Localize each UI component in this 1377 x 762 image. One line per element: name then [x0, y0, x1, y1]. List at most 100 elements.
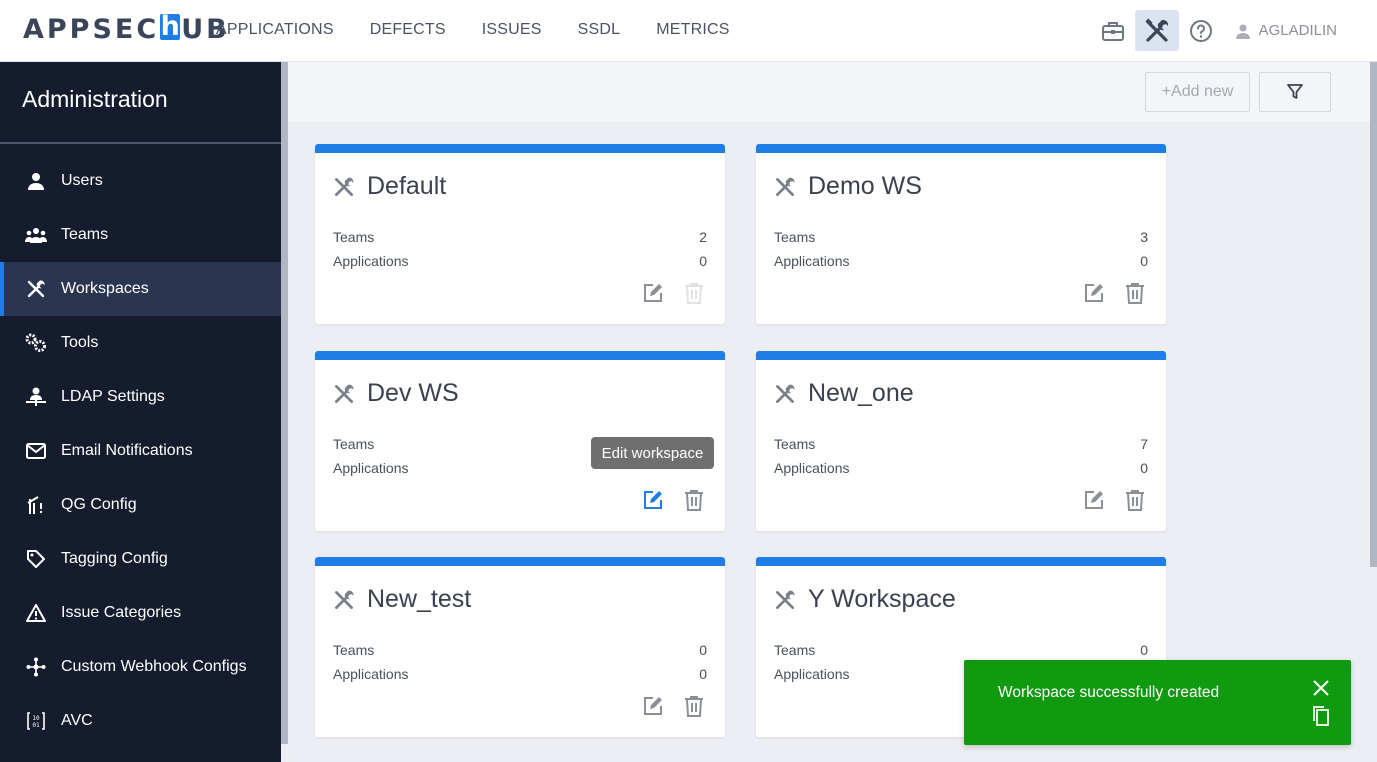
applications-row: Applications 0	[333, 666, 707, 682]
workspace-card: Default Teams 2 Applications 0	[315, 144, 725, 324]
sidebar-item-label: AVC	[61, 712, 93, 729]
nav-metrics[interactable]: METRICS	[656, 21, 729, 39]
edit-icon	[644, 284, 662, 302]
applications-count: 0	[699, 666, 707, 682]
applications-count: 0	[699, 253, 707, 269]
edit-workspace-button[interactable]	[641, 488, 665, 512]
sidebar-item-qg-config[interactable]: QG Config	[0, 478, 281, 532]
appsechub-logo[interactable]: APPSEChUB	[23, 11, 230, 45]
sidebar-item-email-notifications[interactable]: Email Notifications	[0, 424, 281, 478]
edit-icon	[644, 697, 662, 715]
workspace-name: Demo WS	[808, 172, 922, 200]
workspace-card-title: New_test	[333, 585, 471, 614]
workspace-card-title: Demo WS	[774, 172, 922, 201]
sidebar-item-users[interactable]: Users	[0, 154, 281, 208]
add-new-button[interactable]: +Add new	[1145, 72, 1250, 112]
applications-row: Applications 0	[774, 460, 1148, 476]
workspace-card: New_test Teams 0 Applications 0	[315, 557, 725, 737]
nav-issues[interactable]: ISSUES	[482, 21, 542, 39]
delete-workspace-button[interactable]	[682, 281, 706, 305]
teams-count: 0	[1140, 642, 1148, 658]
sidebar-item-tools[interactable]: Tools	[0, 316, 281, 370]
workspace-name: New_one	[808, 379, 914, 407]
main-scrollbar[interactable]	[1370, 62, 1377, 567]
top-bar: APPSEChUB APPLICATIONS DEFECTS ISSUES SS…	[0, 0, 1377, 62]
sidebar-item-label: Teams	[61, 226, 109, 243]
webhook-icon	[25, 656, 47, 678]
workspace-name: Default	[367, 172, 447, 200]
teams-count: 2	[699, 229, 707, 245]
teams-count: 7	[1140, 436, 1148, 452]
applications-label: Applications	[333, 253, 409, 269]
applications-label: Applications	[774, 253, 850, 269]
toast-message: Workspace successfully created	[998, 684, 1220, 701]
edit-workspace-button[interactable]	[1082, 281, 1106, 305]
nav-applications[interactable]: APPLICATIONS	[216, 21, 334, 39]
help-icon[interactable]	[1179, 10, 1223, 51]
tools-icon	[776, 384, 795, 403]
delete-workspace-button[interactable]	[1123, 488, 1147, 512]
tools-icon	[335, 590, 354, 609]
sidebar-item-label: Tagging Config	[61, 550, 168, 567]
sidebar-item-label: Email Notifications	[61, 442, 193, 459]
admin-tools-icon[interactable]	[1134, 10, 1179, 51]
close-icon[interactable]	[1312, 679, 1330, 697]
sidebar-item-label: Tools	[61, 334, 99, 351]
user-menu[interactable]: AGLADILIN	[1235, 22, 1337, 39]
sidebar-item-label: Workspaces	[61, 280, 149, 297]
sidebar-menu: Users Teams Workspaces Tools LDAP Settin…	[0, 144, 281, 748]
user-icon	[25, 170, 47, 192]
teams-label: Teams	[333, 436, 375, 452]
teams-label: Teams	[774, 436, 816, 452]
workspace-card-title: Y Workspace	[774, 585, 956, 614]
trash-icon	[685, 490, 703, 511]
sidebar-item-ldap-settings[interactable]: LDAP Settings	[0, 370, 281, 424]
teams-row: Teams 2	[333, 229, 707, 245]
sidebar-item-label: Issue Categories	[61, 604, 182, 621]
teams-row: Teams 7	[774, 436, 1148, 452]
workspace-toolbar: +Add new	[288, 62, 1370, 122]
copy-icon[interactable]	[1311, 705, 1331, 727]
applications-label: Applications	[774, 666, 850, 682]
ldap-icon	[25, 386, 47, 408]
briefcase-icon[interactable]	[1091, 10, 1135, 51]
edit-workspace-button[interactable]	[1082, 488, 1106, 512]
delete-workspace-button[interactable]	[682, 694, 706, 718]
edit-workspace-tooltip: Edit workspace	[591, 437, 714, 469]
sidebar-title: Administration	[0, 62, 281, 144]
delete-workspace-button[interactable]	[1123, 281, 1147, 305]
workspace-name: Y Workspace	[808, 585, 956, 613]
teams-label: Teams	[333, 642, 375, 658]
teams-label: Teams	[774, 229, 816, 245]
sidebar-item-label: LDAP Settings	[61, 388, 165, 405]
teams-count: 3	[1140, 229, 1148, 245]
envelope-icon	[25, 440, 47, 462]
warning-icon	[25, 602, 47, 624]
sidebar-item-label: Users	[61, 172, 103, 189]
delete-workspace-button[interactable]	[682, 488, 706, 512]
edit-workspace-button[interactable]	[641, 281, 665, 305]
applications-count: 0	[1140, 253, 1148, 269]
sidebar-item-teams[interactable]: Teams	[0, 208, 281, 262]
workspace-card: New_one Teams 7 Applications 0	[756, 351, 1166, 531]
filter-button[interactable]	[1259, 72, 1331, 112]
sidebar-item-issue-categories[interactable]: Issue Categories	[0, 586, 281, 640]
sidebar-item-avc[interactable]: 10 01 AVC	[0, 694, 281, 748]
edit-workspace-button[interactable]	[641, 694, 665, 718]
gate-icon	[25, 494, 47, 516]
sidebar-item-custom-webhook-configs[interactable]: Custom Webhook Configs	[0, 640, 281, 694]
nav-ssdl[interactable]: SSDL	[578, 21, 621, 39]
trash-icon	[1126, 283, 1144, 304]
sidebar-item-label: Custom Webhook Configs	[61, 658, 247, 675]
teams-row: Teams 0	[333, 642, 707, 658]
sidebar-item-tagging-config[interactable]: Tagging Config	[0, 532, 281, 586]
logo-h-box: h	[160, 11, 181, 42]
binary-icon: 10 01	[25, 710, 47, 732]
trash-icon	[685, 283, 703, 304]
sidebar-item-workspaces[interactable]: Workspaces	[0, 262, 281, 316]
workspace-card-title: Default	[333, 172, 446, 201]
sidebar-scrollbar[interactable]	[281, 62, 288, 744]
nav-defects[interactable]: DEFECTS	[370, 21, 446, 39]
main-nav: APPLICATIONS DEFECTS ISSUES SSDL METRICS	[216, 21, 730, 39]
workspace-name: New_test	[367, 585, 472, 613]
